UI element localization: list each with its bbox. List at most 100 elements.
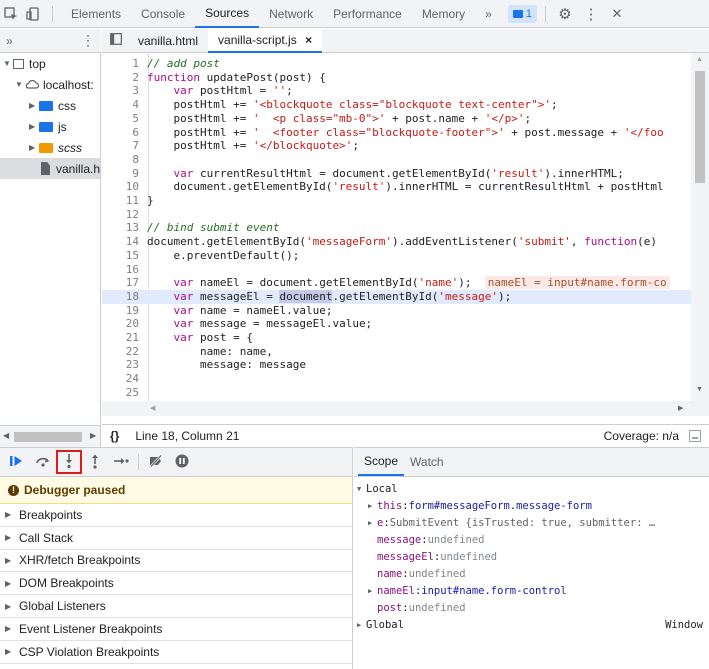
scope-local-header[interactable]: ▼ Local <box>354 481 709 498</box>
line-number[interactable]: 3 <box>102 84 144 98</box>
line-number[interactable]: 13 <box>102 221 144 235</box>
editor-tab-vanilla-script[interactable]: vanilla-script.js × <box>208 28 323 53</box>
code-line[interactable]: 2 function updatePost(post) { <box>102 71 692 85</box>
scroll-left-icon[interactable]: ◀ <box>150 404 155 412</box>
step-out-button[interactable] <box>82 450 108 474</box>
line-number[interactable]: 24 <box>102 372 144 386</box>
scope-global-header[interactable]: ▶ Global Window <box>354 617 709 634</box>
code-line[interactable]: 20 var message = messageEl.value; <box>102 317 692 331</box>
line-number[interactable]: 5 <box>102 112 144 126</box>
issues-badge[interactable]: 1 <box>507 4 537 23</box>
more-tabs-button[interactable]: » <box>475 0 502 28</box>
code-line[interactable]: 22 name: name, <box>102 345 692 359</box>
code-line[interactable]: 9 var currentResultHtml = document.getEl… <box>102 167 692 181</box>
pane-csp-violation-breakpoints[interactable]: ▶ CSP Violation Breakpoints <box>0 641 352 664</box>
line-number[interactable]: 22 <box>102 345 144 359</box>
navigator-more-button[interactable]: » <box>6 34 13 48</box>
line-number[interactable]: 10 <box>102 180 144 194</box>
code-line[interactable]: 19 var name = nameEl.value; <box>102 304 692 318</box>
scope-variable[interactable]: message: undefined <box>354 532 709 549</box>
code-line[interactable]: 23 message: message <box>102 358 692 372</box>
code-line[interactable]: 17 var nameEl = document.getElementById(… <box>102 276 692 290</box>
code-line[interactable]: 10 document.getElementById('result').inn… <box>102 180 692 194</box>
tab-console[interactable]: Console <box>131 0 195 28</box>
code-line[interactable]: 8 <box>102 153 692 167</box>
navigator-kebab-icon[interactable]: ⋮ <box>81 32 95 49</box>
code-line[interactable]: 6 postHtml += ' <footer class="blockquot… <box>102 126 692 140</box>
scope-variable[interactable]: messageEl: undefined <box>354 549 709 566</box>
scope-variable[interactable]: post: undefined <box>354 600 709 617</box>
line-number[interactable]: 8 <box>102 153 144 167</box>
code-line[interactable]: 18 var messageEl = document.getElementBy… <box>102 289 692 304</box>
line-number[interactable]: 20 <box>102 317 144 331</box>
tree-item-top[interactable]: ▼ top <box>0 53 100 74</box>
tab-scope[interactable]: Scope <box>358 448 405 476</box>
deactivate-breakpoints-button[interactable] <box>143 450 169 474</box>
line-number[interactable]: 12 <box>102 208 144 222</box>
step-button[interactable] <box>108 450 134 474</box>
scroll-right-icon[interactable]: ▶ <box>90 431 96 440</box>
code-line[interactable]: 16 <box>102 263 692 277</box>
tab-memory[interactable]: Memory <box>412 0 475 28</box>
code-line[interactable]: 11} <box>102 194 692 208</box>
tab-performance[interactable]: Performance <box>323 0 412 28</box>
tab-network[interactable]: Network <box>259 0 323 28</box>
pane-dom-breakpoints[interactable]: ▶ DOM Breakpoints <box>0 572 352 596</box>
code-line[interactable]: 25 <box>102 386 692 400</box>
toggle-navigator-icon[interactable] <box>110 33 122 48</box>
tree-item-vanilla-html[interactable]: vanilla.h <box>0 158 100 179</box>
pane-global-listeners[interactable]: ▶ Global Listeners <box>0 595 352 618</box>
line-number[interactable]: 11 <box>102 194 144 208</box>
line-number[interactable]: 25 <box>102 386 144 400</box>
toggle-drawer-icon[interactable] <box>689 430 701 442</box>
scrollbar-thumb[interactable] <box>14 432 82 442</box>
scope-variable[interactable]: ▶ e: SubmitEvent {isTrusted: true, submit… <box>354 515 709 532</box>
code-line[interactable]: 1// add post <box>102 57 692 71</box>
line-number[interactable]: 19 <box>102 304 144 318</box>
close-tab-icon[interactable]: × <box>305 33 312 47</box>
line-number[interactable]: 4 <box>102 98 144 112</box>
code-line[interactable]: 13// bind submit event <box>102 221 692 235</box>
scroll-up-icon[interactable]: ▲ <box>696 56 703 63</box>
code-line[interactable]: 15 e.preventDefault(); <box>102 249 692 263</box>
step-over-button[interactable] <box>30 450 56 474</box>
tree-item-js[interactable]: ▶ js <box>0 116 100 137</box>
kebab-menu-icon[interactable]: ⋮ <box>580 3 602 25</box>
pane-call-stack[interactable]: ▶ Call Stack <box>0 527 352 550</box>
scroll-right-icon[interactable]: ▶ <box>678 404 683 412</box>
line-number[interactable]: 6 <box>102 126 144 140</box>
pane-event-listener-breakpoints[interactable]: ▶ Event Listener Breakpoints <box>0 618 352 641</box>
scrollbar-thumb[interactable] <box>695 71 705 183</box>
line-number[interactable]: 9 <box>102 167 144 181</box>
code-line[interactable]: 7 postHtml += '</blockquote>'; <box>102 139 692 153</box>
line-number[interactable]: 1 <box>102 57 144 71</box>
line-number[interactable]: 23 <box>102 358 144 372</box>
inspect-element-icon[interactable] <box>0 3 22 25</box>
pretty-print-button[interactable]: {} <box>110 429 119 443</box>
code-line[interactable]: 3 var postHtml = ''; <box>102 84 692 98</box>
code-line[interactable]: 5 postHtml += ' <p class="mb-0">' + post… <box>102 112 692 126</box>
editor-horizontal-scrollbar[interactable]: ◀ ▶ <box>102 401 691 416</box>
settings-gear-icon[interactable]: ⚙ <box>554 3 576 25</box>
editor-vertical-scrollbar[interactable]: ▲ ▼ <box>691 53 709 416</box>
line-number[interactable]: 14 <box>102 235 144 249</box>
tree-item-css[interactable]: ▶ css <box>0 95 100 116</box>
tab-watch[interactable]: Watch <box>404 448 450 476</box>
scope-variable[interactable]: ▶ this: form#messageForm.message-form <box>354 498 709 515</box>
step-into-button[interactable] <box>56 450 82 474</box>
code-line[interactable]: 21 var post = { <box>102 331 692 345</box>
line-number[interactable]: 21 <box>102 331 144 345</box>
line-number[interactable]: 2 <box>102 71 144 85</box>
pane-xhr-fetch-breakpoints[interactable]: ▶ XHR/fetch Breakpoints <box>0 550 352 573</box>
code-line[interactable]: 24 <box>102 372 692 386</box>
line-number[interactable]: 16 <box>102 263 144 277</box>
tree-item-scss[interactable]: ▶ scss <box>0 137 100 158</box>
scope-variable[interactable]: name: undefined <box>354 566 709 583</box>
editor-tab-vanilla-html[interactable]: vanilla.html <box>128 29 208 53</box>
tab-sources[interactable]: Sources <box>195 0 260 28</box>
code-line[interactable]: 12 <box>102 208 692 222</box>
line-number[interactable]: 15 <box>102 249 144 263</box>
tree-item-localhost[interactable]: ▼ localhost: <box>0 74 100 95</box>
code-line[interactable]: 4 postHtml += '<blockquote class="blockq… <box>102 98 692 112</box>
navigator-horizontal-scrollbar[interactable]: ◀ ▶ <box>0 425 101 447</box>
